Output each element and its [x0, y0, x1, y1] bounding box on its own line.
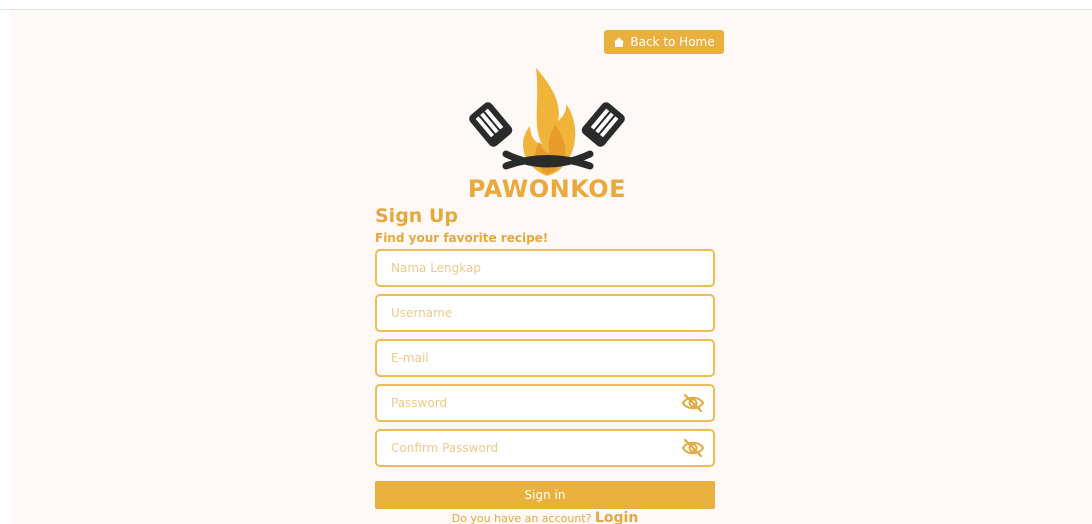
eye-slash-icon[interactable]: [681, 393, 705, 413]
brand-name: PAWONKOE: [467, 175, 627, 203]
sign-in-button[interactable]: Sign in: [375, 481, 715, 509]
fullname-field[interactable]: [375, 249, 715, 287]
top-border: [0, 0, 1092, 10]
back-to-home-label: Back to Home: [630, 35, 715, 49]
email-field[interactable]: [375, 339, 715, 377]
confirm-password-field[interactable]: [375, 429, 715, 467]
password-input[interactable]: [391, 396, 699, 410]
home-icon: [614, 37, 625, 47]
username-field[interactable]: [375, 294, 715, 332]
page-title: Sign Up: [375, 205, 458, 227]
fullname-input[interactable]: [391, 261, 699, 275]
page-subtitle: Find your favorite recipe!: [375, 231, 549, 245]
back-to-home-button[interactable]: Back to Home: [604, 30, 724, 54]
eye-slash-icon[interactable]: [681, 438, 705, 458]
login-prompt: Do you have an account? Login: [375, 510, 715, 524]
login-prompt-text: Do you have an account?: [451, 512, 592, 524]
username-input[interactable]: [391, 306, 699, 320]
email-input[interactable]: [391, 351, 699, 365]
password-field[interactable]: [375, 384, 715, 422]
login-link[interactable]: Login: [595, 510, 638, 524]
confirm-password-input[interactable]: [391, 441, 699, 455]
